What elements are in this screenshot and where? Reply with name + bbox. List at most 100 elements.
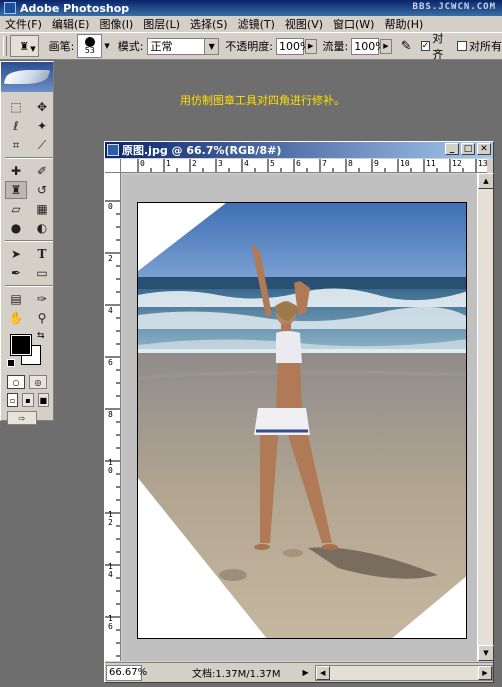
feather-logo-icon (3, 70, 51, 84)
opacity-field[interactable]: 100% (275, 37, 310, 55)
eyedropper-icon[interactable]: ✑ (31, 290, 53, 308)
menu-layer[interactable]: 图层(L) (138, 16, 185, 32)
aligned-label: 对齐 (432, 32, 444, 61)
magic-wand-icon[interactable]: ✦ (31, 117, 53, 135)
ruler-v-label: 0 (108, 202, 113, 211)
ruler-v-label: 2 (108, 254, 113, 263)
toolbox-divider (5, 157, 53, 159)
menu-window[interactable]: 窗口(W) (328, 16, 379, 32)
scroll-down-icon[interactable]: ▼ (478, 645, 494, 661)
quick-mask-icon[interactable]: ◎ (29, 375, 47, 389)
jump-to-imageready-icon[interactable]: ⇨ (7, 411, 37, 425)
mode-value: 正常 (150, 40, 173, 53)
hand-icon[interactable]: ✋ (5, 309, 27, 327)
tool-preset-picker[interactable]: ♜ ▼ (9, 35, 39, 57)
brush-picker[interactable]: 53 (77, 34, 103, 58)
ruler-h-label: 10 (400, 159, 410, 168)
stamp-icon[interactable]: ♜ (5, 181, 27, 199)
canvas-area[interactable] (122, 174, 477, 661)
horizontal-scrollbar[interactable]: ◀ ▶ (314, 664, 493, 681)
ruler-h-label: 5 (270, 159, 275, 168)
blur-icon[interactable]: ● (5, 219, 27, 237)
menu-bar: 文件(F) 编辑(E) 图像(I) 图层(L) 选择(S) 滤镜(T) 视图(V… (0, 16, 502, 32)
full-screen-icon[interactable]: ■ (37, 393, 49, 407)
quickmask-row: ○ ◎ (1, 371, 53, 389)
opacity-slider-button[interactable]: ▶ (304, 38, 317, 54)
menu-view[interactable]: 视图(V) (280, 16, 328, 32)
toolbox-header[interactable] (1, 62, 53, 92)
toolbox: ⬚ ✥ ℓ ✦ ⌗ ⟋ ✚ ✐ ♜ ↺ ▱ ▦ ● ◐ ➤ T ✒ ▭ ▤ ✑ … (0, 61, 54, 425)
healing-icon[interactable]: ✚ (5, 162, 27, 180)
default-colors-icon[interactable] (7, 359, 15, 367)
scroll-left-icon[interactable]: ◀ (315, 665, 330, 680)
menu-file[interactable]: 文件(F) (0, 16, 47, 32)
minimize-button[interactable]: _ (445, 143, 459, 155)
all-layers-checkbox[interactable] (457, 41, 467, 51)
close-button[interactable]: ✕ (477, 143, 491, 155)
aligned-checkbox[interactable]: ✓ (420, 41, 431, 51)
eraser-icon[interactable]: ▱ (5, 200, 27, 218)
flow-slider-button[interactable]: ▶ (380, 38, 392, 54)
standard-screen-icon[interactable]: ▫ (7, 393, 19, 407)
scroll-up-icon[interactable]: ▲ (478, 173, 494, 189)
chevron-down-icon: ▼ (204, 38, 219, 54)
maximize-button[interactable]: □ (461, 143, 475, 155)
status-bar: 66.67% 文档:1.37M/1.37M ▶ ◀ ▶ (105, 662, 493, 682)
ruler-h-label: 12 (452, 159, 462, 168)
vertical-scrollbar[interactable]: ▲ ▼ (477, 173, 494, 661)
vertical-ruler[interactable]: 0 2 4 6 8 10 12 14 16 (105, 173, 121, 661)
notes-icon[interactable]: ▤ (5, 290, 27, 308)
gradient-icon[interactable]: ▦ (31, 200, 53, 218)
zoom-icon[interactable]: ⚲ (31, 309, 53, 327)
history-brush-icon[interactable]: ↺ (31, 181, 53, 199)
options-bar: ♜ ▼ 画笔: 53 ▼ 模式: 正常 ▼ 不透明度: 100% ▶ 流量: 10… (0, 32, 502, 61)
ruler-h-label: 11 (426, 159, 436, 168)
ruler-v-label: 4 (108, 306, 113, 315)
brush-label: 画笔: (48, 40, 75, 53)
ruler-h-label: 7 (322, 159, 327, 168)
menu-filter[interactable]: 滤镜(T) (233, 16, 280, 32)
flow-label: 流量: (322, 40, 349, 53)
slice-icon[interactable]: ⟋ (31, 136, 53, 154)
ruler-origin[interactable] (105, 159, 121, 173)
pen-icon[interactable]: ✒ (5, 264, 27, 282)
dodge-icon[interactable]: ◐ (31, 219, 53, 237)
menu-image[interactable]: 图像(I) (94, 16, 138, 32)
color-swatches: ⇆ (7, 331, 53, 371)
type-icon[interactable]: T (31, 245, 53, 263)
jump-row: ⇨ (1, 407, 53, 425)
status-menu-icon[interactable]: ▶ (303, 668, 309, 677)
horizontal-ruler[interactable]: 0 1 2 3 4 5 6 7 8 9 10 11 12 13 (121, 159, 487, 173)
ruler-h-label: 4 (244, 159, 249, 168)
options-grip[interactable] (3, 36, 7, 56)
scroll-right-icon[interactable]: ▶ (478, 665, 492, 680)
marquee-icon[interactable]: ⬚ (5, 98, 27, 116)
foreground-color-swatch[interactable] (10, 334, 32, 356)
mode-select[interactable]: 正常 ▼ (146, 37, 220, 55)
swap-colors-icon[interactable]: ⇆ (37, 331, 45, 341)
menu-help[interactable]: 帮助(H) (379, 16, 428, 32)
instruction-text: 用仿制图章工具对四角进行修补。 (180, 94, 345, 107)
toolbox-divider (5, 240, 53, 242)
lasso-icon[interactable]: ℓ (5, 117, 27, 135)
move-icon[interactable]: ✥ (31, 98, 53, 116)
path-select-icon[interactable]: ➤ (5, 245, 27, 263)
all-layers-label: 对所有 (468, 40, 502, 53)
ruler-v-label: 12 (108, 510, 113, 527)
airbrush-icon[interactable]: ✎ (396, 36, 417, 56)
chevron-down-icon: ▼ (30, 45, 36, 53)
ruler-h-label: 2 (192, 159, 197, 168)
full-screen-menu-icon[interactable]: ▪ (22, 393, 34, 407)
brush-dropdown-arrow[interactable]: ▼ (102, 34, 112, 58)
ruler-h-label: 3 (218, 159, 223, 168)
document-title-bar[interactable]: 原图.jpg @ 66.7%(RGB/8#) _ □ ✕ (105, 142, 493, 158)
crop-icon[interactable]: ⌗ (5, 136, 27, 154)
document-image[interactable] (137, 202, 467, 639)
menu-edit[interactable]: 编辑(E) (47, 16, 95, 32)
shape-icon[interactable]: ▭ (31, 264, 53, 282)
standard-mode-icon[interactable]: ○ (7, 375, 25, 389)
flow-field[interactable]: 100% (351, 37, 386, 55)
menu-select[interactable]: 选择(S) (185, 16, 233, 32)
brush-icon[interactable]: ✐ (31, 162, 53, 180)
zoom-field[interactable]: 66.67% (106, 664, 147, 681)
